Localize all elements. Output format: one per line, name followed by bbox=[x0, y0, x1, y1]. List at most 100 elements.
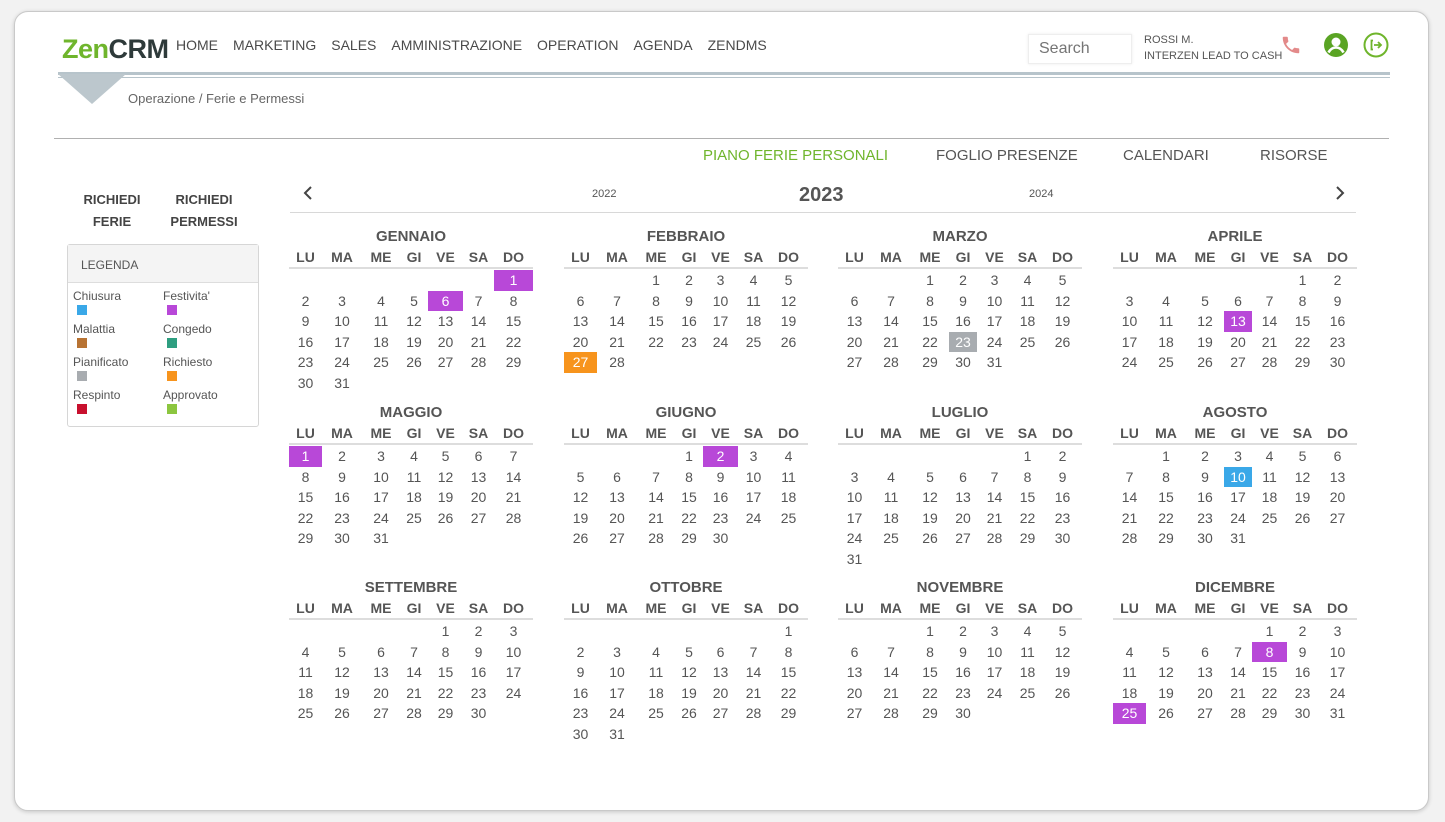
day-cell[interactable]: 4 bbox=[1146, 291, 1186, 312]
day-cell[interactable]: 14 bbox=[1113, 487, 1146, 508]
day-cell[interactable]: 24 bbox=[1318, 683, 1357, 704]
day-cell[interactable]: 10 bbox=[362, 467, 400, 488]
day-cell[interactable]: 20 bbox=[1224, 332, 1252, 353]
day-cell[interactable]: 17 bbox=[703, 311, 738, 332]
day-cell[interactable]: 17 bbox=[977, 662, 1012, 683]
day-cell[interactable]: 19 bbox=[1186, 332, 1224, 353]
day-cell[interactable]: 29 bbox=[494, 352, 533, 373]
day-cell[interactable]: 9 bbox=[1043, 467, 1082, 488]
day-cell[interactable]: 30 bbox=[703, 528, 738, 549]
phone-icon[interactable] bbox=[1278, 32, 1304, 58]
day-cell[interactable]: 21 bbox=[977, 508, 1012, 529]
day-cell[interactable]: 20 bbox=[1318, 487, 1357, 508]
day-cell[interactable]: 31 bbox=[597, 724, 637, 745]
day-cell[interactable]: 5 bbox=[1287, 446, 1318, 467]
day-cell[interactable]: 18 bbox=[1252, 487, 1287, 508]
day-cell[interactable]: 18 bbox=[400, 487, 428, 508]
day-cell[interactable]: 2 bbox=[1186, 446, 1224, 467]
day-cell[interactable]: 25 bbox=[871, 528, 911, 549]
day-cell[interactable]: 25 bbox=[1113, 703, 1146, 724]
day-cell[interactable]: 16 bbox=[1318, 311, 1357, 332]
day-cell[interactable]: 26 bbox=[428, 508, 463, 529]
day-cell[interactable]: 2 bbox=[1043, 446, 1082, 467]
day-cell[interactable]: 1 bbox=[675, 446, 703, 467]
tab-foglio-presenze[interactable]: FOGLIO PRESENZE bbox=[936, 147, 1078, 164]
day-cell[interactable]: 12 bbox=[675, 662, 703, 683]
day-cell[interactable]: 15 bbox=[1012, 487, 1043, 508]
chevron-right-icon[interactable] bbox=[1334, 184, 1346, 207]
day-cell[interactable]: 5 bbox=[400, 291, 428, 312]
day-cell[interactable]: 27 bbox=[703, 703, 738, 724]
day-cell[interactable]: 29 bbox=[289, 528, 322, 549]
day-cell[interactable]: 17 bbox=[1318, 662, 1357, 683]
day-cell[interactable]: 8 bbox=[1287, 291, 1318, 312]
nav-zendms[interactable]: ZENDMS bbox=[708, 37, 767, 53]
day-cell[interactable]: 29 bbox=[911, 352, 949, 373]
day-cell[interactable]: 6 bbox=[597, 467, 637, 488]
day-cell[interactable]: 24 bbox=[703, 332, 738, 353]
day-cell[interactable]: 30 bbox=[1186, 528, 1224, 549]
day-cell[interactable]: 16 bbox=[1186, 487, 1224, 508]
day-cell[interactable]: 30 bbox=[322, 528, 362, 549]
day-cell[interactable]: 7 bbox=[597, 291, 637, 312]
day-cell[interactable]: 18 bbox=[289, 683, 322, 704]
day-cell[interactable]: 23 bbox=[564, 703, 597, 724]
day-cell[interactable]: 6 bbox=[362, 642, 400, 663]
day-cell[interactable]: 3 bbox=[494, 621, 533, 642]
day-cell[interactable]: 10 bbox=[322, 311, 362, 332]
day-cell[interactable]: 29 bbox=[1146, 528, 1186, 549]
day-cell[interactable]: 2 bbox=[675, 270, 703, 291]
day-cell[interactable]: 29 bbox=[1252, 703, 1287, 724]
day-cell[interactable]: 26 bbox=[911, 528, 949, 549]
day-cell[interactable]: 16 bbox=[949, 662, 977, 683]
day-cell[interactable]: 22 bbox=[769, 683, 808, 704]
nav-amministrazione[interactable]: AMMINISTRAZIONE bbox=[391, 37, 522, 53]
day-cell[interactable]: 20 bbox=[564, 332, 597, 353]
day-cell[interactable]: 17 bbox=[597, 683, 637, 704]
day-cell[interactable]: 20 bbox=[463, 487, 494, 508]
day-cell[interactable]: 23 bbox=[949, 331, 977, 353]
day-cell[interactable]: 12 bbox=[1287, 467, 1318, 488]
day-cell[interactable]: 18 bbox=[637, 683, 675, 704]
day-cell[interactable]: 9 bbox=[949, 642, 977, 663]
day-cell[interactable]: 23 bbox=[463, 683, 494, 704]
day-cell[interactable]: 25 bbox=[1146, 352, 1186, 373]
day-cell[interactable]: 21 bbox=[597, 332, 637, 353]
day-cell[interactable]: 30 bbox=[949, 352, 977, 373]
day-cell[interactable]: 25 bbox=[1012, 332, 1043, 353]
day-cell[interactable]: 30 bbox=[1043, 528, 1082, 549]
day-cell[interactable]: 15 bbox=[769, 662, 808, 683]
day-cell[interactable]: 11 bbox=[1012, 291, 1043, 312]
day-cell[interactable]: 2 bbox=[1318, 270, 1357, 291]
day-cell[interactable]: 4 bbox=[871, 467, 911, 488]
day-cell[interactable]: 2 bbox=[463, 621, 494, 642]
day-cell[interactable]: 3 bbox=[738, 446, 769, 467]
logout-icon[interactable] bbox=[1363, 32, 1389, 58]
day-cell[interactable]: 8 bbox=[911, 291, 949, 312]
day-cell[interactable]: 7 bbox=[1224, 642, 1252, 663]
day-cell[interactable]: 8 bbox=[1252, 641, 1287, 663]
day-cell[interactable]: 3 bbox=[703, 270, 738, 291]
day-cell[interactable]: 21 bbox=[1224, 683, 1252, 704]
day-cell[interactable]: 22 bbox=[675, 508, 703, 529]
day-cell[interactable]: 13 bbox=[564, 311, 597, 332]
nav-sales[interactable]: SALES bbox=[331, 37, 376, 53]
day-cell[interactable]: 30 bbox=[1287, 703, 1318, 724]
day-cell[interactable]: 8 bbox=[494, 291, 533, 312]
day-cell[interactable]: 9 bbox=[1186, 467, 1224, 488]
day-cell[interactable]: 4 bbox=[1252, 446, 1287, 467]
day-cell[interactable]: 12 bbox=[769, 291, 808, 312]
day-cell[interactable]: 24 bbox=[1113, 352, 1146, 373]
day-cell[interactable]: 10 bbox=[1318, 642, 1357, 663]
day-cell[interactable]: 12 bbox=[400, 311, 428, 332]
day-cell[interactable]: 14 bbox=[1224, 662, 1252, 683]
day-cell[interactable]: 28 bbox=[1252, 352, 1287, 373]
day-cell[interactable]: 12 bbox=[1186, 311, 1224, 332]
day-cell[interactable]: 3 bbox=[597, 642, 637, 663]
day-cell[interactable]: 3 bbox=[838, 467, 871, 488]
day-cell[interactable]: 24 bbox=[597, 703, 637, 724]
tab-piano-ferie-personali[interactable]: PIANO FERIE PERSONALI bbox=[703, 147, 888, 164]
day-cell[interactable]: 23 bbox=[289, 352, 322, 373]
day-cell[interactable]: 16 bbox=[322, 487, 362, 508]
day-cell[interactable]: 9 bbox=[1287, 642, 1318, 663]
